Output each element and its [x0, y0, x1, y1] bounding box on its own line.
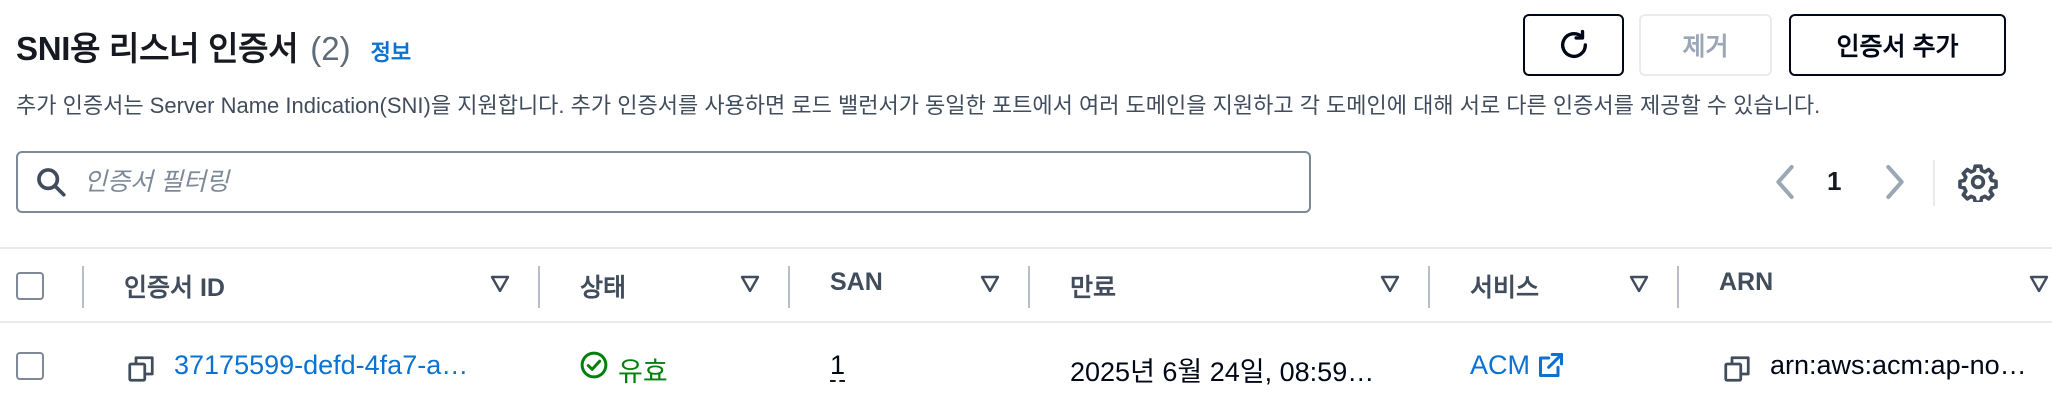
certificate-id-link[interactable]: 37175599-defd-4fa7-a…: [174, 350, 468, 381]
san-count-value[interactable]: 1: [830, 350, 846, 382]
sort-icon[interactable]: [2028, 274, 2050, 294]
column-divider: [82, 266, 84, 308]
select-all-checkbox[interactable]: [16, 272, 44, 300]
sort-icon[interactable]: [979, 274, 1001, 294]
column-header-service[interactable]: 서비스: [1470, 268, 1539, 304]
remove-button[interactable]: 제거: [1639, 14, 1772, 76]
add-certificate-button[interactable]: 인증서 추가: [1789, 14, 2006, 76]
row-select-checkbox[interactable]: [16, 352, 44, 380]
sort-icon[interactable]: [489, 274, 511, 294]
section-description: 추가 인증서는 Server Name Indication(SNI)을 지원합…: [16, 93, 1821, 118]
section-header: SNI용 리스너 인증서 (2) 정보: [16, 22, 411, 70]
copy-icon[interactable]: [1722, 354, 1752, 384]
column-header-expiry[interactable]: 만료: [1070, 268, 1116, 304]
section-title: SNI용 리스너 인증서: [16, 30, 299, 67]
search-icon: [37, 168, 66, 197]
info-link[interactable]: 정보: [371, 35, 411, 67]
previous-page-icon[interactable]: [1770, 162, 1800, 202]
sort-icon[interactable]: [739, 274, 761, 294]
external-link-icon[interactable]: [1537, 351, 1565, 379]
column-divider[interactable]: [1677, 266, 1679, 308]
san-count[interactable]: 1: [830, 350, 846, 382]
arn-value: arn:aws:acm:ap-no…: [1770, 350, 2027, 380]
column-divider[interactable]: [788, 266, 790, 308]
refresh-icon: [1560, 29, 1587, 58]
sort-icon[interactable]: [1628, 274, 1650, 294]
column-header-status[interactable]: 상태: [580, 268, 626, 304]
column-header-arn[interactable]: ARN: [1719, 268, 1773, 297]
expiry-date: 2025년 6월 24일, 08:59…: [1070, 357, 1375, 387]
pagination-divider: [1933, 160, 1935, 206]
filter-input[interactable]: [82, 166, 1266, 198]
sort-icon[interactable]: [1379, 274, 1401, 294]
service-link[interactable]: ACM: [1470, 350, 1530, 381]
column-divider[interactable]: [538, 266, 540, 308]
certificate-filter[interactable]: [16, 151, 1311, 213]
next-page-icon[interactable]: [1880, 162, 1910, 202]
copy-icon[interactable]: [126, 354, 156, 384]
current-page-number[interactable]: 1: [1827, 166, 1841, 197]
column-divider[interactable]: [1028, 266, 1030, 308]
column-divider[interactable]: [1428, 266, 1430, 308]
status-success-icon: [580, 351, 608, 379]
item-count: (2): [310, 30, 351, 67]
column-header-certificate-id[interactable]: 인증서 ID: [124, 268, 225, 304]
refresh-button[interactable]: [1523, 14, 1624, 76]
gear-icon[interactable]: [1958, 162, 1998, 202]
column-header-san[interactable]: SAN: [830, 268, 883, 297]
status-text: 유효: [618, 357, 668, 387]
